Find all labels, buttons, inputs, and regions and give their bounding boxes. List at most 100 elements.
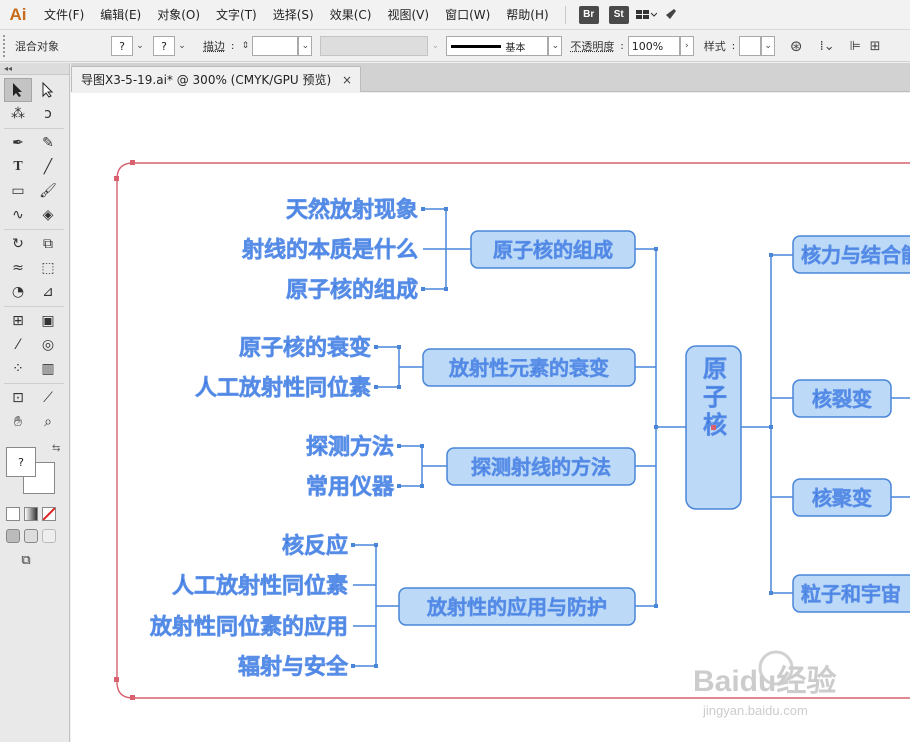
zoom-tool-icon[interactable]: ⌕ <box>34 410 62 434</box>
menu-help[interactable]: 帮助(H) <box>498 0 556 30</box>
leaf-label: 射线的本质是什么 <box>241 237 418 263</box>
menu-object[interactable]: 对象(O) <box>149 0 208 30</box>
graphic-style-swatch[interactable] <box>739 36 762 56</box>
frame-anchor <box>130 695 135 700</box>
tool-divider <box>4 229 64 230</box>
free-transform-tool-icon[interactable]: ⬚ <box>34 256 62 280</box>
eyedropper-tool-icon[interactable]: ⁄ <box>4 333 32 357</box>
tools-panel: ◂◂ ⁂ ↄ ✒ ✎ T ╱ ▭ 🖌︎ ∿ ◈ ↻ ⧉ ≈ ⬚ ◔ ⊿ ⊞ ▣ … <box>0 63 70 742</box>
type-tool-icon[interactable]: T <box>4 155 32 179</box>
control-bar: 混合对象 ? ⌄ ? ⌄ 描边 : ⇕ ⌄ ⌄ 基本 ⌄ 不透明度 : 100%… <box>0 31 910 62</box>
gpu-rocket-icon[interactable] <box>658 0 682 30</box>
variable-width-profile[interactable] <box>320 36 429 56</box>
recolor-artwork-icon[interactable]: ⊛ <box>785 36 807 56</box>
rotate-tool-icon[interactable]: ↻ <box>4 232 32 256</box>
menu-select[interactable]: 选择(S) <box>265 0 322 30</box>
chevron-down-icon[interactable]: ⌄ <box>298 36 313 56</box>
fill-color-swatch[interactable]: ? <box>6 447 36 477</box>
chevron-down-icon[interactable]: ⌄ <box>133 36 147 56</box>
workspace-layout-icon[interactable] <box>634 0 658 30</box>
align-left-icon[interactable]: ⊫ <box>845 36 865 56</box>
draw-normal-icon[interactable] <box>6 529 20 543</box>
direct-selection-tool-icon[interactable] <box>34 78 62 102</box>
bridge-icon[interactable]: Br <box>578 5 599 24</box>
leaf-label: 原子核的组成 <box>286 277 418 303</box>
document-tab[interactable]: 导图X3-5-19.ai* @ 300% (CMYK/GPU 预览) × <box>71 66 361 92</box>
perspective-grid-tool-icon[interactable]: ⊿ <box>34 280 62 304</box>
slice-tool-icon[interactable]: ⟋ <box>34 386 62 410</box>
stroke-swatch[interactable]: ? <box>153 36 175 56</box>
width-tool-icon[interactable]: ≈ <box>4 256 32 280</box>
chevron-down-icon[interactable]: ⌄ <box>428 36 442 56</box>
chevron-right-icon[interactable]: › <box>679 36 694 56</box>
stock-icon[interactable]: St <box>608 5 629 24</box>
pen-tool-icon[interactable]: ✒ <box>4 131 32 155</box>
panel-grip[interactable] <box>3 35 9 57</box>
mindmap-svg: 天然放射现象 射线的本质是什么 原子核的组成 原子核的衰变 人工放射性同位素 探… <box>114 160 910 718</box>
shaper-tool-icon[interactable]: ∿ <box>4 203 32 227</box>
chevron-down-icon[interactable]: ⌄ <box>175 36 189 56</box>
hand-tool-icon[interactable]: ✋︎ <box>4 410 32 434</box>
close-icon[interactable]: × <box>342 73 352 87</box>
menu-edit[interactable]: 编辑(E) <box>92 0 149 30</box>
swap-fill-stroke-icon[interactable]: ⇆ <box>52 443 60 454</box>
screen-mode-row: ⧉ <box>0 547 69 573</box>
column-graph-tool-icon[interactable]: ▥ <box>34 357 62 381</box>
branch-node-label: 核聚变 <box>812 486 872 510</box>
brush-definition[interactable]: 基本 <box>446 36 549 56</box>
artboard-tool-icon[interactable]: ⊡ <box>4 386 32 410</box>
symbol-sprayer-tool-icon[interactable]: ⁘ <box>4 357 32 381</box>
color-mode-icon[interactable] <box>6 507 20 521</box>
align-center-icon[interactable]: ⊞ <box>865 36 885 56</box>
branch-node-label: 粒子和宇宙 <box>801 582 901 606</box>
colon-text: : <box>620 40 624 52</box>
branch-node-label: 探测射线的方法 <box>471 455 611 479</box>
blend-tool-icon[interactable]: ◎ <box>34 333 62 357</box>
artboard-canvas[interactable]: 天然放射现象 射线的本质是什么 原子核的组成 原子核的衰变 人工放射性同位素 探… <box>71 93 910 742</box>
frame-anchor <box>114 176 119 181</box>
screen-mode-icon[interactable]: ⧉ <box>6 551 46 569</box>
tool-grid: ⁂ ↄ ✒ ✎ T ╱ ▭ 🖌︎ ∿ ◈ ↻ ⧉ ≈ ⬚ ◔ ⊿ ⊞ ▣ ⁄ ◎… <box>0 75 69 437</box>
menu-file[interactable]: 文件(F) <box>36 0 92 30</box>
menu-effect[interactable]: 效果(C) <box>322 0 380 30</box>
colon-text: : <box>231 40 235 52</box>
opacity-label[interactable]: 不透明度 <box>570 38 614 54</box>
magic-wand-tool-icon[interactable]: ⁂ <box>4 102 32 126</box>
paintbrush-tool-icon[interactable]: 🖌︎ <box>34 179 62 203</box>
align-to-icon[interactable]: ⁞⌄ <box>815 36 839 56</box>
opacity-input[interactable]: 100% <box>627 36 680 56</box>
right-branch-nodes: 核力与结合能 核裂变 核聚变 粒子和宇宙 <box>792 235 910 613</box>
selection-type-label: 混合对象 <box>15 40 59 53</box>
leaf-label: 人工放射性同位素 <box>172 573 348 599</box>
selection-tool-icon[interactable] <box>4 78 32 102</box>
mesh-tool-icon[interactable]: ⊞ <box>4 309 32 333</box>
scale-tool-icon[interactable]: ⧉ <box>34 232 62 256</box>
chevron-down-icon[interactable]: ⌄ <box>548 36 563 56</box>
menu-view[interactable]: 视图(V) <box>379 0 437 30</box>
watermark-brand: Baidu经验 <box>693 664 836 698</box>
draw-inside-icon[interactable] <box>42 529 56 543</box>
menu-type[interactable]: 文字(T) <box>208 0 265 30</box>
stroke-weight-input[interactable] <box>252 36 299 56</box>
eraser-tool-icon[interactable]: ◈ <box>34 203 62 227</box>
gradient-tool-icon[interactable]: ▣ <box>34 309 62 333</box>
curvature-tool-icon[interactable]: ✎ <box>34 131 62 155</box>
menu-window[interactable]: 窗口(W) <box>437 0 498 30</box>
lasso-tool-icon[interactable]: ↄ <box>34 102 62 126</box>
stroke-label[interactable]: 描边 <box>203 38 225 54</box>
shape-builder-tool-icon[interactable]: ◔ <box>4 280 32 304</box>
gradient-mode-icon[interactable] <box>24 507 38 521</box>
fill-swatch[interactable]: ? <box>111 36 133 56</box>
chevron-down-icon[interactable]: ⌄ <box>761 36 776 56</box>
none-mode-icon[interactable] <box>42 507 56 521</box>
leaf-labels: 天然放射现象 射线的本质是什么 原子核的组成 原子核的衰变 人工放射性同位素 探… <box>149 197 419 681</box>
tools-panel-collapse[interactable]: ◂◂ <box>0 63 69 75</box>
rectangle-tool-icon[interactable]: ▭ <box>4 179 32 203</box>
leaf-label: 原子核的衰变 <box>239 335 371 361</box>
stroke-weight-stepper[interactable]: ⇕ <box>238 36 252 56</box>
draw-behind-icon[interactable] <box>24 529 38 543</box>
illustrator-window: Ai 文件(F) 编辑(E) 对象(O) 文字(T) 选择(S) 效果(C) 视… <box>0 0 910 742</box>
leaf-label: 人工放射性同位素 <box>195 375 371 401</box>
line-segment-tool-icon[interactable]: ╱ <box>34 155 62 179</box>
color-mode-row <box>0 503 69 525</box>
